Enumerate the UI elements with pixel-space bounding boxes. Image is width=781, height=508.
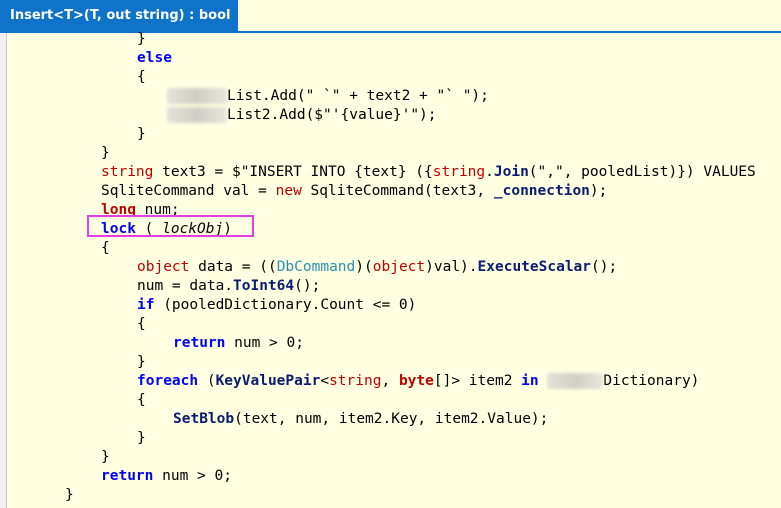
code-line: { — [137, 316, 146, 332]
redacted-identifier — [167, 107, 227, 123]
code-line: } — [101, 449, 110, 465]
code-line: { — [137, 69, 146, 85]
code-line: string text3 = $"INSERT INTO {text} ({st… — [101, 164, 756, 180]
code-line: if (pooledDictionary.Count <= 0) — [137, 297, 417, 313]
code-line: { — [137, 392, 146, 408]
method-signature-tab[interactable]: Insert<T>(T, out string) : bool — [0, 0, 238, 31]
code-line: return num > 0; — [173, 335, 304, 351]
code-line: List.Add(" `" + text2 + "` "); — [30, 87, 781, 106]
method-signature-label: Insert<T>(T, out string) : bool — [10, 8, 231, 23]
code-line: SetBlob(text, num, item2.Key, item2.Valu… — [173, 411, 549, 427]
code-line: { — [101, 240, 110, 256]
code-line: return num > 0; — [101, 468, 232, 484]
code-line: } — [137, 31, 146, 47]
code-line: else — [137, 50, 172, 66]
code-line: object data = ((DbCommand)(object)val).E… — [137, 259, 618, 275]
redacted-identifier — [167, 88, 227, 104]
editor-gutter — [0, 33, 7, 508]
code-line: } — [137, 430, 146, 446]
code-editor[interactable]: } else { List.Add(" `" + text2 + "` "); … — [30, 30, 781, 508]
redacted-identifier — [547, 373, 604, 389]
code-line: } — [65, 487, 74, 503]
code-line: } — [101, 145, 110, 161]
code-line: } — [137, 126, 146, 142]
code-line: num = data.ToInt64(); — [137, 278, 321, 294]
code-line: foreach (KeyValuePair<string, byte[]> it… — [137, 373, 700, 389]
code-line: } — [137, 354, 146, 370]
code-line: SqliteCommand val = new SqliteCommand(te… — [101, 183, 608, 199]
lock-highlight-box — [87, 215, 254, 237]
code-line: List2.Add($"'{value}'"); — [30, 106, 781, 125]
